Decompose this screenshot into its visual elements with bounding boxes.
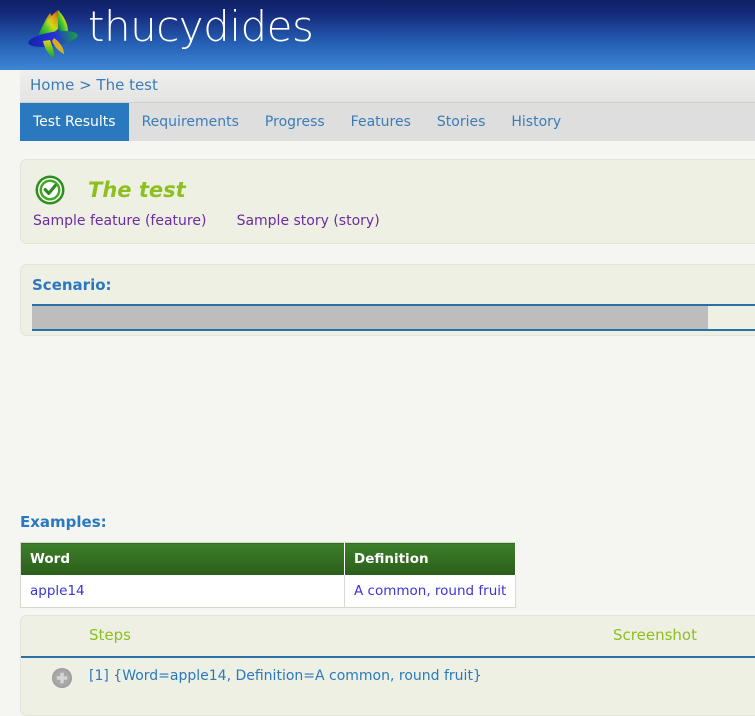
tag-link-list: Sample feature (feature) Sample story (s… (33, 213, 406, 229)
tab-list: Test Results Requirements Progress Featu… (20, 103, 574, 141)
table-row: apple14 A common, round fruit (20, 575, 517, 608)
examples-table: Word Definition apple14 A common, round … (20, 542, 517, 608)
examples-label: Examples: (20, 513, 107, 531)
breadcrumb[interactable]: Home > The test (30, 76, 158, 94)
tab-stories[interactable]: Stories (424, 103, 499, 141)
scenario-label: Scenario: (32, 276, 112, 294)
column-header-word[interactable]: Word (20, 542, 345, 575)
cell-word: apple14 (20, 575, 345, 608)
green-check-circle-icon (34, 174, 66, 206)
tag-link-feature[interactable]: Sample feature (feature) (33, 213, 206, 229)
step-text[interactable]: [1] {Word=apple14, Definition=A common, … (89, 668, 482, 684)
scenario-selection-highlight (32, 306, 708, 329)
step-row: [1] {Word=apple14, Definition=A common, … (21, 664, 755, 698)
column-header-definition[interactable]: Definition (344, 542, 517, 575)
table-header-row: Word Definition (20, 542, 517, 575)
tab-bar: Test Results Requirements Progress Featu… (0, 103, 755, 141)
rainbow-fan-logo-icon (20, 4, 86, 66)
tab-features[interactable]: Features (338, 103, 424, 141)
plus-circle-icon[interactable] (51, 667, 73, 689)
steps-header-row: Steps Screenshot (21, 626, 755, 658)
scenario-text-box[interactable] (32, 304, 755, 331)
cell-definition: A common, round fruit (344, 575, 517, 608)
tab-test-results[interactable]: Test Results (20, 103, 129, 141)
site-banner: thucydides (0, 0, 755, 70)
steps-panel: Steps Screenshot [1] {Word=apple14, Defi… (20, 615, 755, 716)
column-header-screenshot: Screenshot (613, 626, 697, 644)
scenario-panel: Scenario: (20, 264, 755, 336)
tab-progress[interactable]: Progress (252, 103, 338, 141)
tab-history[interactable]: History (498, 103, 574, 141)
breadcrumb-strip: Home > The test (20, 70, 755, 103)
test-header-panel: The test Sample feature (feature) Sample… (20, 159, 755, 244)
page-title: The test (88, 178, 186, 202)
tag-link-story[interactable]: Sample story (story) (237, 213, 380, 229)
tab-requirements[interactable]: Requirements (129, 103, 252, 141)
brand-name: thucydides (88, 2, 314, 51)
breadcrumb-bar: Home > The test (0, 70, 755, 103)
tab-bar-strip: Test Results Requirements Progress Featu… (20, 103, 755, 141)
column-header-steps: Steps (89, 626, 131, 644)
